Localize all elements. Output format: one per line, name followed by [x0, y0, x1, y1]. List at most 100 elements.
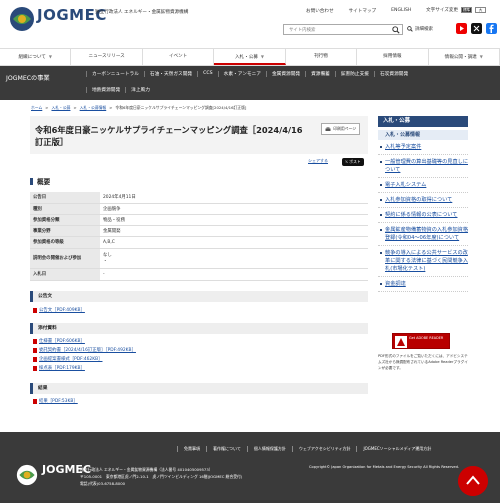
- business-oil-gas[interactable]: 石油・天然ガス開発: [143, 71, 197, 77]
- footer-links-row: 免責事項 著作権について 個人情報保護方針 ウェブアクセシビリティ方針 JOGM…: [177, 446, 437, 452]
- search-input[interactable]: サイト内検索: [283, 24, 403, 35]
- x-post-button[interactable]: 𝕏 ポスト: [342, 158, 364, 166]
- business-nav-row2: 地熱資源開発 洋上風力: [86, 87, 155, 93]
- overview-heading: 概要: [30, 176, 368, 186]
- table-row: 種別 企画競争: [30, 203, 368, 215]
- nav-about-label: 組織について: [18, 55, 46, 60]
- row-key: 種別: [30, 203, 100, 215]
- search-icon[interactable]: [392, 26, 400, 34]
- footer-accessibility[interactable]: ウェブアクセシビリティ方針: [291, 446, 357, 452]
- nav-events[interactable]: イベント: [143, 49, 215, 65]
- table-row: 事業分野 金属開発: [30, 225, 368, 237]
- sidebar-item-e-bidding[interactable]: 電子入札システム: [378, 178, 468, 193]
- nav-about[interactable]: 組織について ▼: [0, 49, 72, 65]
- chevron-down-icon: ▼: [260, 54, 264, 59]
- overview-heading-text: 概要: [37, 178, 51, 186]
- business-offshore-wind[interactable]: 洋上風力: [125, 87, 155, 93]
- footer-logo-icon[interactable]: [16, 464, 38, 486]
- sidebar-item-qualification[interactable]: 入札参加資格の取得について: [378, 193, 468, 208]
- file-link-notice[interactable]: 公告文［PDF:409KB］: [33, 307, 85, 313]
- font-size-control: 文字サイズ変更 標準 大: [426, 7, 487, 13]
- business-hydrogen[interactable]: 水素・アンモニア: [217, 71, 266, 77]
- breadcrumb-current: 令和6年度日豪ニッケルサプライチェーンマッピング調査[2024/4/16訂正版]: [115, 105, 247, 110]
- breadcrumb-home[interactable]: ホーム: [31, 105, 42, 111]
- business-ccs[interactable]: CCS: [197, 71, 218, 77]
- file-label: 採点表［PDF:179KB］: [39, 366, 85, 371]
- footer-disclaimer[interactable]: 免責事項: [177, 446, 206, 452]
- row-value: A,B,C: [100, 236, 368, 249]
- business-mine-pollution[interactable]: 鉱害防止支援: [334, 71, 374, 77]
- adobe-reader-badge[interactable]: Get ADOBE READER: [392, 333, 450, 349]
- adobe-reader-icon: [395, 336, 407, 348]
- x-twitter-icon[interactable]: [471, 23, 482, 34]
- table-row: 参加資格分類 物品・役務: [30, 214, 368, 226]
- nav-bidding-label: 入札・公募: [234, 55, 258, 60]
- business-nav: JOGMECの事業 カーボンニュートラル 石油・天然ガス開発 CCS 水素・アン…: [0, 66, 500, 100]
- contact-link[interactable]: お問い合わせ: [306, 8, 334, 14]
- nav-news[interactable]: ニュースリリース: [71, 49, 143, 65]
- jogmec-logo-icon[interactable]: [9, 6, 35, 32]
- nav-disclosure[interactable]: 情報公開・調達 ▼: [429, 49, 500, 65]
- business-metals[interactable]: 金属資源開発: [265, 71, 305, 77]
- file-label: 企画提案書様式［PDF:462KB］: [39, 357, 103, 362]
- adobe-reader-note: PDF形式のファイルをご覧いただくには、アドビシステムズ社から無償配布されている…: [378, 354, 468, 370]
- sidebar-sub-heading[interactable]: 入札・公募情報: [378, 130, 468, 140]
- sidebar-heading[interactable]: 入札・公募: [378, 116, 468, 127]
- nav-bidding[interactable]: 入札・公募 ▼: [214, 49, 286, 65]
- font-size-large-button[interactable]: 大: [475, 7, 487, 13]
- site-header: JOGMEC 独立行政法人 エネルギー・金属鉱物資源機構 お問い合わせ サイトマ…: [0, 0, 500, 47]
- adobe-reader-label: Get ADOBE READER: [409, 336, 444, 340]
- business-stockpile[interactable]: 資源備蓄: [305, 71, 335, 77]
- facebook-icon[interactable]: [486, 23, 497, 34]
- footer-social-policy[interactable]: JOGMECソーシャルメディア運用方針: [356, 446, 437, 452]
- footer-address-line2: 〒105-0001 東京都港区虎ノ門2-10-1 虎ノ門ツインビルディング 16…: [80, 474, 243, 479]
- nav-publications[interactable]: 刊行物: [286, 49, 358, 65]
- business-geothermal[interactable]: 地熱資源開発: [86, 87, 125, 93]
- breadcrumb-bidding-info[interactable]: 入札・公募情報: [80, 105, 107, 111]
- footer-privacy[interactable]: 個人情報保護方針: [246, 446, 292, 452]
- pdf-icon: [33, 356, 37, 362]
- breadcrumb-bidding[interactable]: 入札・公募: [51, 105, 70, 111]
- results-section-heading: 結果: [30, 383, 368, 394]
- advanced-search-link[interactable]: 詳細検索: [407, 26, 433, 32]
- table-row: 参加資格の等級 A,B,C: [30, 236, 368, 249]
- file-label: 仕様書［PDF:606KB］: [39, 339, 85, 344]
- nav-news-label: ニュースリリース: [88, 54, 125, 59]
- pdf-icon: [33, 398, 37, 404]
- file-link-contract[interactable]: 委託契約書［2024/4/16訂正版］［PDF:492KB］: [33, 347, 136, 353]
- english-link[interactable]: ENGLISH: [391, 8, 411, 14]
- print-button[interactable]: 印刷用ページ: [321, 123, 360, 135]
- sidebar-item-stockpile-qualification[interactable]: 金属鉱産物備蓄物資の入札参加資格登録(令和04〜06年度)について: [378, 223, 468, 246]
- file-link-results[interactable]: 結果［PDF:53KB］: [33, 398, 78, 404]
- business-carbon-neutral[interactable]: カーボンニュートラル: [86, 71, 144, 77]
- row-key: 参加資格分類: [30, 214, 100, 226]
- sidebar-item-planned[interactable]: 入札等予定案件: [378, 140, 468, 155]
- nav-recruit[interactable]: 採用情報: [357, 49, 429, 65]
- footer-address-line3: 電話(代表)03-6758-8000: [80, 481, 126, 486]
- pdf-icon: [33, 365, 37, 371]
- font-size-standard-button[interactable]: 標準: [461, 7, 473, 13]
- sidebar-item-funding[interactable]: 資金調達: [378, 277, 468, 292]
- table-row: 説明会の開催および参加 なし・: [30, 248, 368, 269]
- row-value: -: [100, 268, 368, 281]
- share-link[interactable]: シェアする: [308, 158, 328, 164]
- footer-copyright[interactable]: 著作権について: [206, 446, 247, 452]
- file-link-spec[interactable]: 仕様書［PDF:606KB］: [33, 338, 85, 344]
- row-key: 説明会の開催および参加: [30, 248, 100, 269]
- back-to-top-icon[interactable]: [458, 466, 488, 496]
- nav-publications-label: 刊行物: [314, 54, 328, 59]
- youtube-icon[interactable]: [456, 23, 467, 34]
- footer-links: 免責事項 著作権について 個人情報保護方針 ウェブアクセシビリティ方針 JOGM…: [0, 432, 500, 462]
- sidebar-item-market-test[interactable]: 競争の導入による公共サービスの改革に関する法律に基づく民間競争入札(市場化テスト…: [378, 246, 468, 277]
- business-coal[interactable]: 石炭資源開発: [374, 71, 413, 77]
- file-link-scoring[interactable]: 採点表［PDF:179KB］: [33, 365, 85, 371]
- row-value-text: なし: [103, 253, 112, 258]
- file-label: 結果［PDF:53KB］: [39, 399, 78, 404]
- file-link-proposal-form[interactable]: 企画提案書様式［PDF:462KB］: [33, 356, 102, 362]
- advanced-search-label: 詳細検索: [415, 27, 433, 32]
- sitemap-link[interactable]: サイトマップ: [349, 8, 377, 14]
- sidebar-item-overhead[interactable]: 一般管理費の算出基礎等の見直しについて: [378, 155, 468, 178]
- pdf-icon: [33, 338, 37, 344]
- business-nav-row1: カーボンニュートラル 石油・天然ガス開発 CCS 水素・アンモニア 金属資源開発…: [86, 71, 413, 77]
- sidebar-item-contract-info[interactable]: 契約に係る情報の公表について: [378, 208, 468, 223]
